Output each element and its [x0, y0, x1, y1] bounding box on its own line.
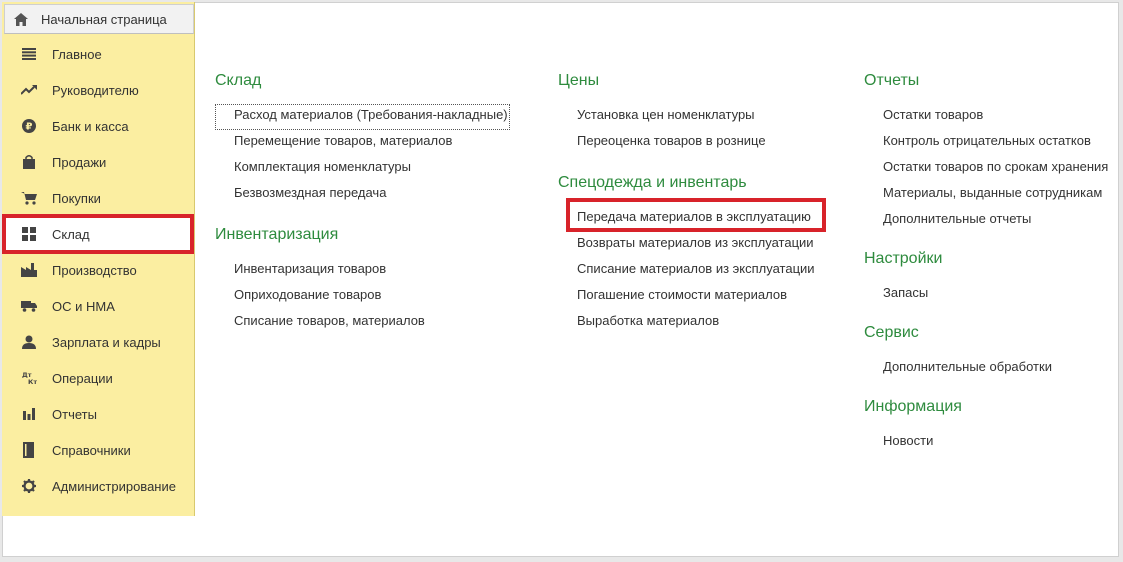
- highlight-frame: [566, 198, 826, 232]
- group-title: Инвентаризация: [215, 226, 339, 243]
- sidebar-item-label: Руководителю: [52, 82, 139, 98]
- sidebar-item-directories[interactable]: Справочники: [4, 432, 197, 468]
- group-inventory: Инвентаризация Инвентаризация товаров Оп…: [215, 226, 510, 336]
- sidebar-item-operations[interactable]: Дт Кт Операции: [4, 360, 197, 396]
- person-icon: [20, 333, 38, 351]
- link-materials-consumption[interactable]: Расход материалов (Требования-накладные): [215, 104, 510, 130]
- link-negative-balances[interactable]: Контроль отрицательных остатков: [864, 130, 1108, 156]
- link-retail-revaluation[interactable]: Переоценка товаров в рознице: [558, 130, 815, 156]
- sidebar-item-label: ОС и НМА: [52, 298, 115, 314]
- menu-lines-icon: [20, 45, 38, 63]
- sidebar-item-admin[interactable]: Администрирование: [4, 468, 197, 504]
- group-title: Спецодежда и инвентарь: [558, 174, 747, 191]
- dt-kt-icon: Дт Кт: [20, 369, 38, 387]
- sidebar-item-label: Операции: [52, 370, 113, 386]
- link-goods-transfer[interactable]: Перемещение товаров, материалов: [215, 130, 510, 156]
- sidebar-item-label: Главное: [52, 46, 102, 62]
- cart-icon: [20, 189, 38, 207]
- group-prices: Цены Установка цен номенклатуры Переоцен…: [558, 72, 815, 156]
- sidebar-item-manager[interactable]: Руководителю: [4, 72, 197, 108]
- link-balances-by-shelf-life[interactable]: Остатки товаров по срокам хранения: [864, 156, 1108, 182]
- group-title: Информация: [864, 398, 962, 415]
- sidebar-item-label: Покупки: [52, 190, 101, 206]
- home-page-tab[interactable]: Начальная страница: [4, 4, 194, 34]
- bar-chart-icon: [20, 405, 38, 423]
- sidebar-item-label: Справочники: [52, 442, 131, 458]
- group-warehouse: Склад Расход материалов (Требования-накл…: [215, 72, 510, 208]
- link-returns-from-operation[interactable]: Возвраты материалов из эксплуатации: [558, 232, 815, 258]
- link-news[interactable]: Новости: [864, 430, 1108, 456]
- sidebar-item-sales[interactable]: Продажи: [4, 144, 197, 180]
- group-title: Цены: [558, 72, 600, 89]
- sidebar-item-warehouse[interactable]: Склад: [2, 214, 194, 254]
- link-goods-receipt[interactable]: Оприходование товаров: [215, 284, 510, 310]
- group-title: Сервис: [864, 324, 919, 341]
- link-materials-production[interactable]: Выработка материалов: [558, 310, 815, 336]
- home-tab-label: Начальная страница: [41, 11, 167, 27]
- group-information: Информация Новости: [864, 398, 1108, 456]
- link-additional-processing[interactable]: Дополнительные обработки: [864, 356, 1108, 382]
- group-service: Сервис Дополнительные обработки: [864, 324, 1108, 382]
- sidebar-item-label: Администрирование: [52, 478, 176, 494]
- link-inventory-count[interactable]: Инвентаризация товаров: [215, 258, 510, 284]
- group-settings: Настройки Запасы: [864, 250, 1108, 308]
- shopping-bag-icon: [20, 153, 38, 171]
- sidebar-item-production[interactable]: Производство: [4, 252, 197, 288]
- sidebar-item-salary[interactable]: Зарплата и кадры: [4, 324, 197, 360]
- sections-nav: Главное Руководителю ₽ Банк и касса Прод…: [2, 36, 197, 504]
- truck-icon: [20, 297, 38, 315]
- sidebar-item-label: Производство: [52, 262, 137, 278]
- factory-icon: [20, 261, 38, 279]
- book-icon: [20, 441, 38, 459]
- link-set-prices[interactable]: Установка цен номенклатуры: [558, 104, 815, 130]
- column-3: Отчеты Остатки товаров Контроль отрицате…: [864, 72, 1108, 470]
- sidebar-item-label: Склад: [52, 226, 90, 242]
- sidebar-item-bank[interactable]: ₽ Банк и касса: [4, 108, 197, 144]
- link-materials-issued[interactable]: Материалы, выданные сотрудникам: [864, 182, 1108, 208]
- sidebar-item-fixed-assets[interactable]: ОС и НМА: [4, 288, 197, 324]
- link-writeoff-from-operation[interactable]: Списание материалов из эксплуатации: [558, 258, 815, 284]
- link-goods-balances[interactable]: Остатки товаров: [864, 104, 1108, 130]
- kt-text: Кт: [28, 378, 37, 386]
- sidebar-item-reports[interactable]: Отчеты: [4, 396, 197, 432]
- gear-icon: [20, 477, 38, 495]
- group-reports: Отчеты Остатки товаров Контроль отрицате…: [864, 72, 1108, 234]
- link-goods-writeoff[interactable]: Списание товаров, материалов: [215, 310, 510, 336]
- group-title: Отчеты: [864, 72, 920, 89]
- column-1: Склад Расход материалов (Требования-накл…: [215, 72, 510, 350]
- warehouse-grid-icon: [20, 225, 38, 243]
- sidebar-item-label: Отчеты: [52, 406, 97, 422]
- sidebar-item-main[interactable]: Главное: [4, 36, 197, 72]
- home-icon: [13, 11, 29, 27]
- group-title: Настройки: [864, 250, 943, 267]
- link-cost-repayment[interactable]: Погашение стоимости материалов: [558, 284, 815, 310]
- trend-arrow-icon: [20, 81, 38, 99]
- sidebar-item-label: Зарплата и кадры: [52, 334, 161, 350]
- sections-panel: Начальная страница Главное Руководителю …: [2, 2, 195, 516]
- ruble-coin-icon: ₽: [20, 117, 38, 135]
- link-assembly[interactable]: Комплектация номенклатуры: [215, 156, 510, 182]
- sidebar-item-label: Банк и касса: [52, 118, 129, 134]
- link-stocks[interactable]: Запасы: [864, 282, 1108, 308]
- svg-text:₽: ₽: [26, 122, 33, 133]
- sidebar-item-label: Продажи: [52, 154, 107, 170]
- group-title: Склад: [215, 72, 262, 89]
- link-free-transfer[interactable]: Безвозмездная передача: [215, 182, 510, 208]
- sidebar-item-purchases[interactable]: Покупки: [4, 180, 197, 216]
- section-content: Склад Расход материалов (Требования-накл…: [196, 8, 1117, 556]
- link-additional-reports[interactable]: Дополнительные отчеты: [864, 208, 1108, 234]
